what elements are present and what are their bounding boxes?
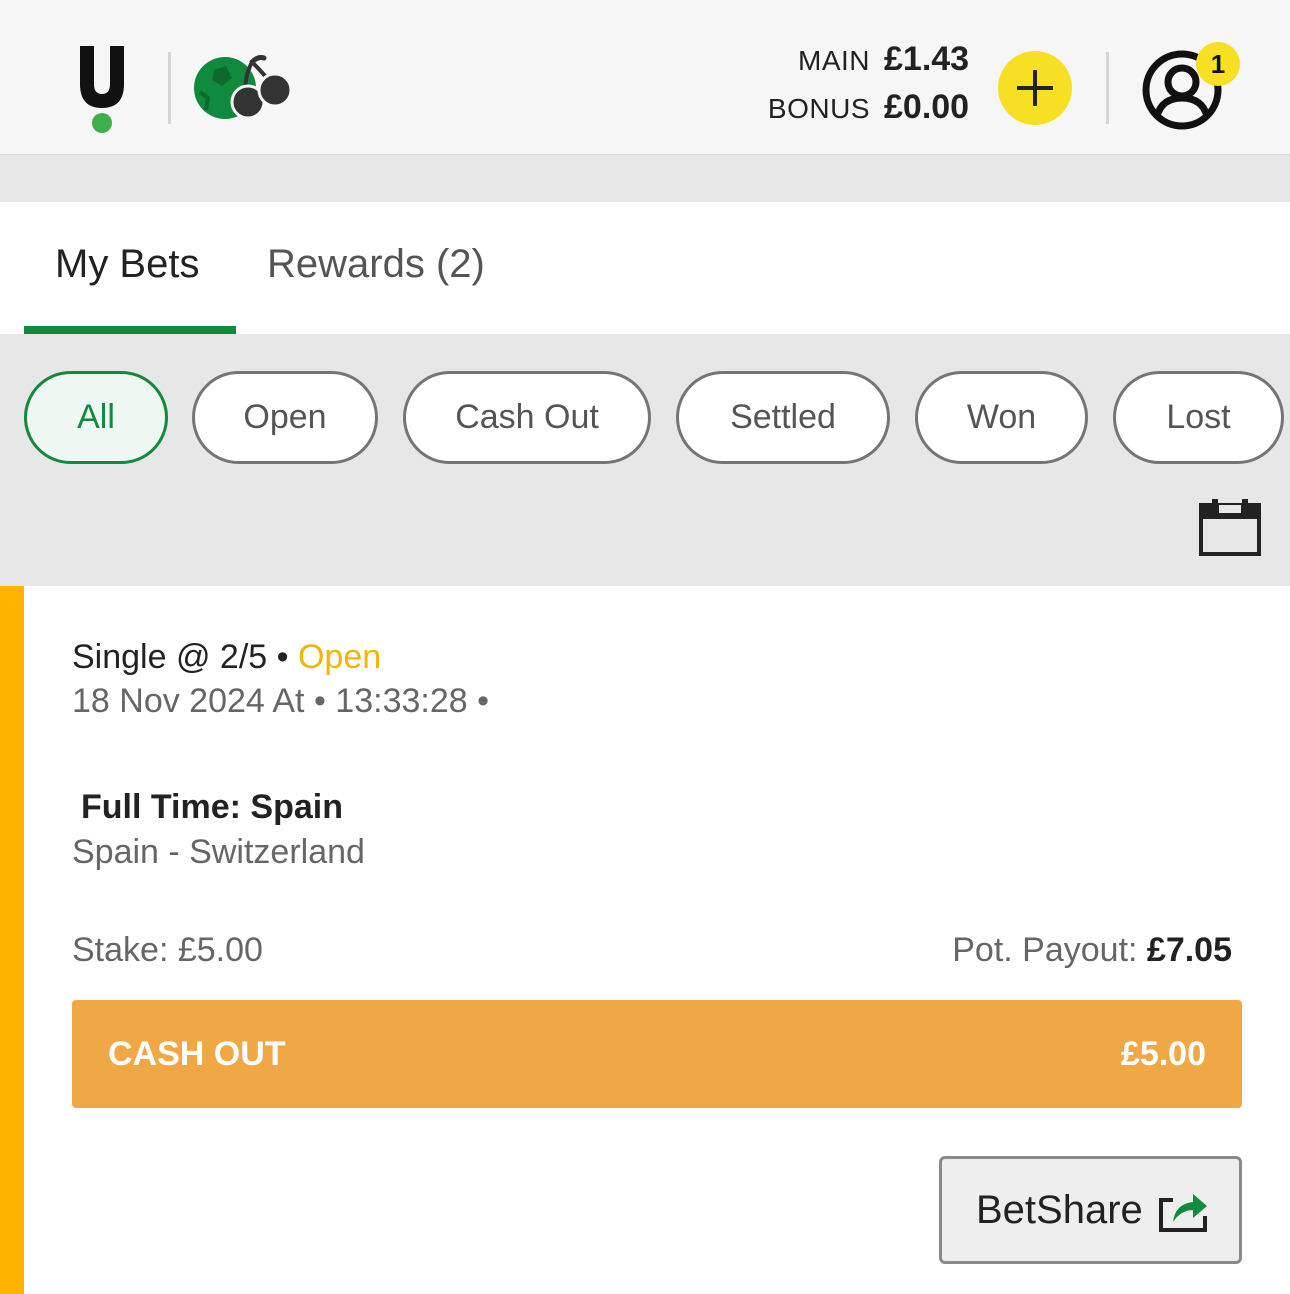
- bet-card[interactable]: Single @ 2/5 • Open 18 Nov 2024 At • 13:…: [0, 586, 1290, 1294]
- bet-status-bar: [0, 586, 24, 1294]
- filter-cash-out[interactable]: Cash Out: [403, 371, 651, 464]
- filter-all[interactable]: All: [24, 371, 168, 464]
- filter-open[interactable]: Open: [192, 371, 378, 464]
- header-spacer: [0, 155, 1290, 202]
- unibet-logo[interactable]: [78, 44, 126, 134]
- bonus-balance: BONUS £0.00: [760, 88, 980, 136]
- header-divider: [1106, 52, 1109, 124]
- plus-icon: [1017, 70, 1053, 106]
- bet-stake: Stake: £5.00: [72, 931, 263, 969]
- main-balance-value: £1.43: [884, 40, 970, 78]
- betshare-label: BetShare: [976, 1187, 1143, 1232]
- bet-status: Open: [297, 638, 382, 676]
- notification-badge[interactable]: 1: [1196, 42, 1240, 86]
- bet-type-line: Single @ 2/5 • Open: [72, 638, 381, 677]
- main-balance: MAIN £1.43: [760, 40, 980, 88]
- app-header: MAIN £1.43 BONUS £0.00 1: [0, 0, 1290, 155]
- bet-separator: •: [267, 638, 298, 676]
- filter-settled[interactable]: Settled: [676, 371, 890, 464]
- filter-bar: All Open Cash Out Settled Won Lost: [0, 334, 1290, 586]
- bet-type: Single @ 2/5: [72, 638, 268, 676]
- bet-date: 18 Nov 2024 At • 13:33:28 •: [72, 682, 489, 720]
- balances-panel[interactable]: MAIN £1.43 BONUS £0.00: [760, 40, 980, 136]
- tab-rewards[interactable]: Rewards (2): [267, 242, 485, 287]
- cash-out-value: £5.00: [1120, 1034, 1206, 1073]
- deposit-button[interactable]: [998, 51, 1072, 125]
- main-balance-label: MAIN: [798, 45, 870, 76]
- active-tab-indicator: [24, 326, 236, 334]
- bet-event[interactable]: Spain - Switzerland: [72, 833, 365, 872]
- betshare-button[interactable]: BetShare: [939, 1156, 1242, 1264]
- sports-casino-icon[interactable]: [192, 52, 294, 122]
- cash-out-button[interactable]: CASH OUT £5.00: [72, 1000, 1242, 1108]
- filter-lost[interactable]: Lost: [1113, 371, 1284, 464]
- bonus-balance-label: BONUS: [767, 93, 870, 124]
- share-icon: [1158, 1194, 1207, 1232]
- payout-label: Pot. Payout:: [952, 931, 1147, 969]
- bets-tabs: My Bets Rewards (2): [0, 202, 1290, 334]
- bet-selection: Full Time: Spain: [81, 788, 343, 826]
- filter-won[interactable]: Won: [915, 371, 1088, 464]
- cash-out-label: CASH OUT: [108, 1034, 286, 1073]
- potential-payout: Pot. Payout: £7.05: [952, 931, 1232, 970]
- calendar-icon[interactable]: [1198, 497, 1262, 557]
- bonus-balance-value: £0.00: [884, 88, 970, 126]
- logo-divider: [168, 52, 171, 124]
- tab-my-bets[interactable]: My Bets: [55, 242, 199, 287]
- payout-value: £7.05: [1146, 931, 1232, 969]
